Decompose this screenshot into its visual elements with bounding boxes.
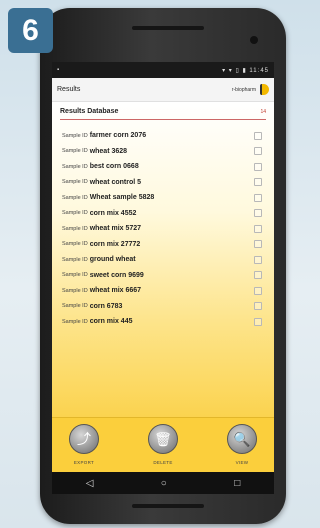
sample-row[interactable]: Sample ID corn mix 445 [52,314,274,330]
sample-row[interactable]: Sample ID corn 6783 [52,299,274,315]
sample-checkbox[interactable] [254,131,262,140]
sample-name: corn mix 4552 [89,209,137,217]
app-bar: Results r-biopharm [52,78,274,102]
status-icons-time: ▾ ▾ ▯ ▮ 11:45 [222,67,269,74]
phone-screen: ▪ ▾ ▾ ▯ ▮ 11:45 Results r-biopharm Resul… [52,62,274,494]
sample-id-prefix: Sample ID [62,225,88,232]
sample-row[interactable]: Sample ID wheat 3628 [52,144,274,160]
sample-id-prefix: Sample ID [62,163,88,170]
sample-name: Wheat sample 5828 [89,194,155,202]
phone-camera [250,36,258,44]
sample-id-prefix: Sample ID [62,272,88,279]
sample-id-prefix: Sample ID [62,148,88,155]
sample-id-prefix: Sample ID [62,256,88,263]
export-label: EXPORT [73,460,95,465]
phone-bottom-speaker [132,504,204,508]
back-icon[interactable]: ◁ [86,478,94,489]
sample-id-prefix: Sample ID [62,303,88,310]
action-bar: ⤴ EXPORT 🗑 DELETE 🔍 VIEW [52,417,274,472]
phone-speaker [132,26,204,30]
export-icon[interactable]: ⤴ [69,424,99,454]
sample-checkbox[interactable] [254,224,262,233]
sample-id-prefix: Sample ID [62,287,88,294]
step-number-badge: 6 [8,8,53,53]
sample-row[interactable]: Sample ID ground wheat [52,252,274,268]
sample-name: sweet corn 9699 [89,271,144,279]
home-icon[interactable]: ○ [161,478,167,489]
sample-checkbox[interactable] [254,147,262,156]
results-database-header: Results Database 14 [60,108,266,120]
sample-name: wheat control 5 [89,178,142,186]
sample-id-prefix: Sample ID [62,132,88,139]
sample-name: wheat mix 6667 [89,287,142,295]
sample-name: corn mix 27772 [89,240,141,248]
results-count: 14 [260,108,266,115]
sample-checkbox[interactable] [254,240,262,249]
sample-id-prefix: Sample ID [62,179,88,186]
delete-button[interactable]: 🗑 DELETE [141,424,185,472]
app-title: Results [57,86,81,93]
sample-row[interactable]: Sample ID farmer corn 2076 [52,128,274,144]
results-content: Results Database 14 Sample ID farmer cor… [52,102,274,417]
sample-row[interactable]: Sample ID corn mix 4552 [52,206,274,222]
recents-icon[interactable]: □ [234,478,240,489]
sample-checkbox[interactable] [254,162,262,171]
view-button[interactable]: 🔍 VIEW [220,424,264,472]
sample-name: corn 6783 [89,302,123,310]
view-label: VIEW [235,460,249,465]
sample-name: wheat 3628 [89,147,128,155]
sample-name: wheat mix 5727 [89,225,142,233]
sample-row[interactable]: Sample ID wheat mix 5727 [52,221,274,237]
status-bar: ▪ ▾ ▾ ▯ ▮ 11:45 [52,62,274,78]
sample-checkbox[interactable] [254,302,262,311]
status-left-icon: ▪ [57,67,60,73]
sample-id-prefix: Sample ID [62,318,88,325]
sample-checkbox[interactable] [254,271,262,280]
sample-row[interactable]: Sample ID wheat control 5 [52,175,274,191]
trash-icon[interactable]: 🗑 [148,424,178,454]
sample-name: corn mix 445 [89,318,133,326]
sample-row[interactable]: Sample ID corn mix 27772 [52,237,274,253]
brand-logo-text: r-biopharm [231,86,256,93]
sample-name: best corn 0668 [89,163,139,171]
sample-row[interactable]: Sample ID Wheat sample 5828 [52,190,274,206]
sample-checkbox[interactable] [254,209,262,218]
sample-checkbox[interactable] [254,286,262,295]
sample-checkbox[interactable] [254,193,262,202]
android-nav-bar: ◁ ○ □ [52,472,274,494]
brand-logo-icon [260,84,269,95]
phone-device: ▪ ▾ ▾ ▯ ▮ 11:45 Results r-biopharm Resul… [40,8,286,524]
sample-row[interactable]: Sample ID wheat mix 6667 [52,283,274,299]
delete-label: DELETE [153,460,173,465]
magnifier-icon[interactable]: 🔍 [227,424,257,454]
results-database-title: Results Database [60,108,119,115]
sample-checkbox[interactable] [254,178,262,187]
sample-row[interactable]: Sample ID sweet corn 9699 [52,268,274,284]
sample-id-prefix: Sample ID [62,241,88,248]
sample-checkbox[interactable] [254,255,262,264]
sample-list: Sample ID farmer corn 2076 Sample ID whe… [52,128,274,330]
export-button[interactable]: ⤴ EXPORT [62,424,106,472]
sample-id-prefix: Sample ID [62,210,88,217]
sample-name: ground wheat [89,256,136,264]
sample-name: farmer corn 2076 [89,132,147,140]
sample-row[interactable]: Sample ID best corn 0668 [52,159,274,175]
sample-id-prefix: Sample ID [62,194,88,201]
sample-checkbox[interactable] [254,317,262,326]
